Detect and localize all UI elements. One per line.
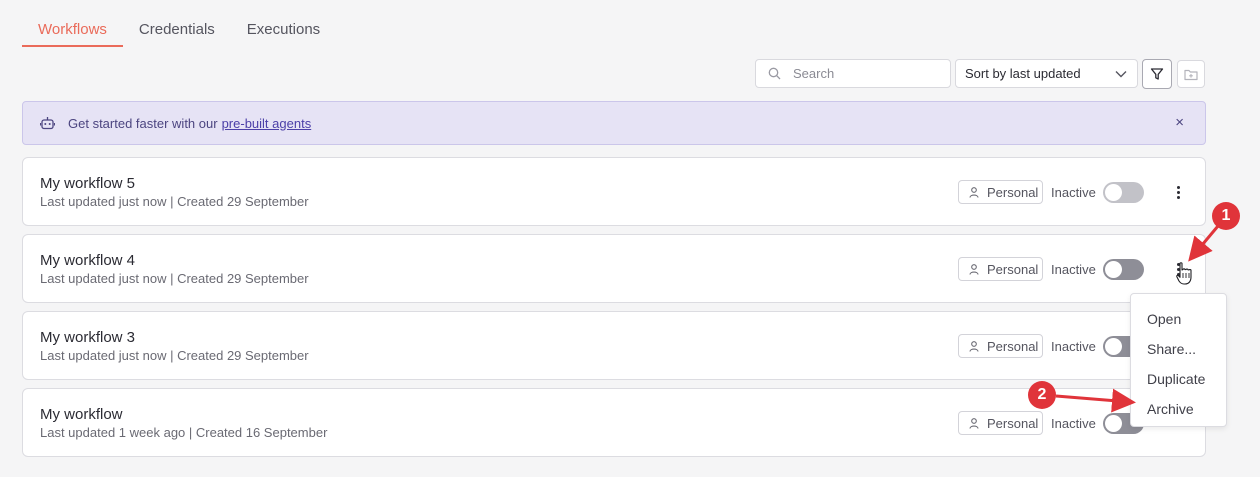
status-label: Inactive (1051, 262, 1096, 277)
menu-item-share[interactable]: Share... (1131, 334, 1226, 364)
workflow-name[interactable]: My workflow (40, 406, 123, 423)
tab-workflows[interactable]: Workflows (22, 14, 123, 47)
filter-icon (1150, 68, 1164, 80)
owner-label: Personal (987, 338, 1039, 354)
workflow-card[interactable]: My workflow 3 Last updated just now | Cr… (22, 311, 1206, 380)
workflow-card[interactable]: My workflow 4 Last updated just now | Cr… (22, 234, 1206, 303)
user-icon (969, 417, 979, 429)
user-icon (969, 263, 979, 275)
annotation-badge-1: 1 (1212, 202, 1240, 230)
owner-badge: Personal (958, 180, 1043, 204)
menu-item-open[interactable]: Open (1131, 304, 1226, 334)
workflow-meta: Last updated just now | Created 29 Septe… (40, 271, 309, 286)
active-toggle[interactable] (1103, 182, 1144, 203)
sort-select[interactable]: Sort by last updated (955, 59, 1138, 88)
agents-banner: Get started faster with our pre-built ag… (22, 101, 1206, 145)
user-icon (969, 186, 979, 198)
menu-item-archive[interactable]: Archive (1131, 394, 1226, 424)
chevron-down-icon (1115, 70, 1127, 77)
more-options-icon[interactable] (1168, 259, 1188, 279)
toggle-knob (1105, 415, 1122, 432)
workflow-meta: Last updated 1 week ago | Created 16 Sep… (40, 425, 328, 440)
owner-badge: Personal (958, 334, 1043, 358)
close-icon[interactable]: × (1175, 114, 1184, 131)
search-box[interactable] (755, 59, 951, 88)
search-input[interactable] (793, 66, 933, 81)
workflow-context-menu: Open Share... Duplicate Archive (1130, 293, 1227, 427)
user-icon (969, 340, 979, 352)
toggle-knob (1105, 338, 1122, 355)
owner-badge: Personal (958, 411, 1043, 435)
status-label: Inactive (1051, 416, 1096, 431)
tab-bar: Workflows Credentials Executions (22, 14, 336, 47)
owner-label: Personal (987, 261, 1039, 277)
banner-text: Get started faster with our (68, 115, 218, 131)
robot-icon (40, 117, 55, 130)
toggle-knob (1105, 261, 1122, 278)
workflow-name[interactable]: My workflow 4 (40, 252, 135, 269)
tab-credentials[interactable]: Credentials (123, 14, 231, 47)
status-label: Inactive (1051, 185, 1096, 200)
owner-label: Personal (987, 415, 1039, 431)
workflow-meta: Last updated just now | Created 29 Septe… (40, 348, 309, 363)
annotation-badge-2: 2 (1028, 381, 1056, 409)
owner-label: Personal (987, 184, 1039, 200)
workflow-meta: Last updated just now | Created 29 Septe… (40, 194, 309, 209)
folder-add-icon (1184, 69, 1198, 80)
tab-executions[interactable]: Executions (231, 14, 336, 47)
filter-button[interactable] (1142, 59, 1172, 89)
toggle-knob (1105, 184, 1122, 201)
status-label: Inactive (1051, 339, 1096, 354)
workflow-card[interactable]: My workflow 5 Last updated just now | Cr… (22, 157, 1206, 226)
workflow-name[interactable]: My workflow 5 (40, 175, 135, 192)
active-toggle[interactable] (1103, 259, 1144, 280)
more-options-icon[interactable] (1168, 182, 1188, 202)
owner-badge: Personal (958, 257, 1043, 281)
sort-select-value: Sort by last updated (965, 66, 1081, 81)
search-icon (768, 67, 781, 80)
add-folder-button[interactable] (1177, 60, 1205, 88)
pre-built-agents-link[interactable]: pre-built agents (222, 116, 312, 131)
workflow-name[interactable]: My workflow 3 (40, 329, 135, 346)
menu-item-duplicate[interactable]: Duplicate (1131, 364, 1226, 394)
